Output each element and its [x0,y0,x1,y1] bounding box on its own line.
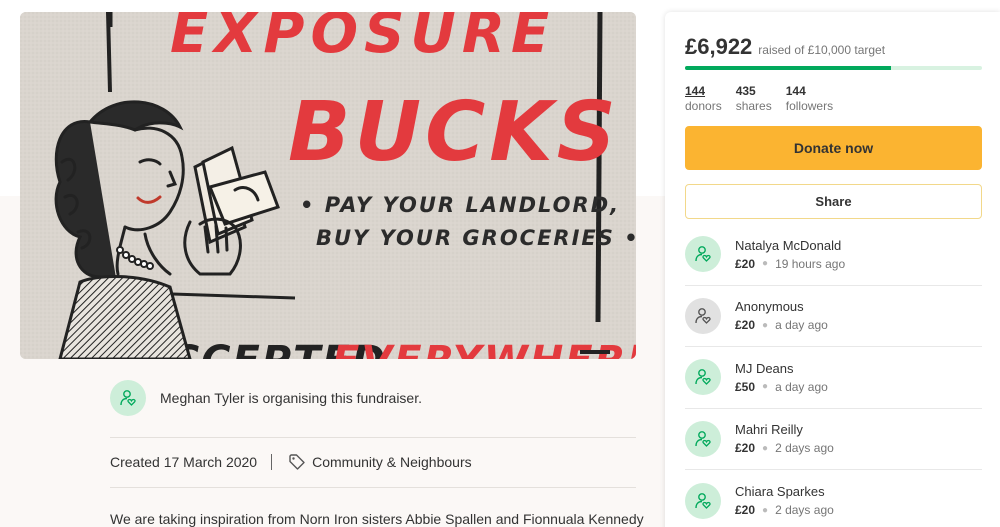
recent-donations-list: Natalya McDonald £20 ● 19 hours ago Anon… [685,224,982,527]
user-heart-icon [120,390,136,406]
stat-followers: 144 followers [786,84,833,113]
divider-bottom [110,487,636,488]
donation-time: a day ago [775,318,828,333]
bullet-separator: ● [762,258,769,270]
share-button[interactable]: Share [685,184,982,219]
raised-summary: £6,922 raised of £10,000 target [685,34,885,60]
divider-top [110,437,636,438]
donor-avatar [685,359,721,396]
donation-time: 2 days ago [775,441,834,456]
donation-time: 2 days ago [775,503,834,518]
organiser-text: Meghan Tyler is organising this fundrais… [160,390,422,406]
category-link[interactable]: Community & Neighbours [312,454,472,470]
donation-amount: £50 [735,379,756,394]
organiser-avatar [110,380,146,416]
donor-name: Natalya McDonald [735,237,842,253]
donor-name: Mahri Reilly [735,422,803,438]
stat-donors[interactable]: 144 donors [685,84,722,113]
poster-word-bottom-b: EVERYWHERE! [332,338,636,359]
bullet-separator: ● [762,442,769,454]
tag-icon [288,453,306,471]
donor-avatar [685,236,721,273]
donation-amount: £20 [735,256,756,271]
donation-item: Natalya McDonald £20 ● 19 hours ago [685,224,982,286]
campaign-stats: 144 donors 435 shares 144 followers [685,84,847,113]
stat-label: donors [685,99,722,113]
donor-avatar [685,297,721,334]
donation-time: a day ago [775,379,828,394]
stat-shares: 435 shares [736,84,772,113]
donation-item: MJ Deans £50 ● a day ago [685,347,982,409]
progress-fill [685,66,891,70]
donation-item: Mahri Reilly £20 ● 2 days ago [685,409,982,470]
organiser-row: Meghan Tyler is organising this fundrais… [110,380,636,416]
campaign-meta: Created 17 March 2020 Community & Neighb… [110,452,472,472]
story-text: We are taking inspiration from Norn Iron… [110,511,644,527]
user-heart-icon [695,246,711,263]
stat-label: followers [785,99,834,113]
donor-name: MJ Deans [735,360,794,376]
donor-avatar [685,482,721,519]
poster-tagline-1: • PAY YOUR LANDLORD, [300,193,620,217]
user-heart-icon [695,492,711,509]
created-date: Created 17 March 2020 [110,454,258,470]
raised-target: raised of £10,000 target [758,43,886,57]
user-heart-icon [695,307,711,324]
donation-item: Anonymous £20 ● a day ago [685,286,982,347]
donor-name: Chiara Sparkes [735,484,825,500]
donation-amount: £20 [735,441,756,456]
donation-item: Chiara Sparkes £20 ● 2 days ago [685,470,982,527]
poster-word-big: BUCKS [288,85,620,180]
bullet-separator: ● [762,319,769,331]
progress-bar [685,66,982,70]
stat-label: shares [735,99,772,113]
donor-avatar [685,420,721,457]
stat-number: 144 [785,84,806,98]
donor-name: Anonymous [735,299,804,315]
stat-number: 435 [735,84,756,98]
stat-number[interactable]: 144 [685,84,722,98]
bullet-separator: ● [762,504,769,516]
donation-sidebar: £6,922 raised of £10,000 target 144 dono… [665,12,1000,527]
poster-word-top: EXPOSURE [170,12,555,66]
meta-separator [271,454,273,470]
donation-amount: £20 [735,503,756,518]
poster-tagline-2: BUY YOUR GROCERIES • [316,226,636,250]
bullet-separator: ● [762,381,769,393]
user-heart-icon [695,430,711,447]
raised-amount: £6,922 [685,34,753,59]
donation-time: 19 hours ago [775,256,846,271]
donation-amount: £20 [735,318,756,333]
poster-artwork: EXPOSURE BUCKS • PAY YOUR LANDLORD, BUY … [20,12,636,359]
user-heart-icon [695,369,711,386]
donate-now-button[interactable]: Donate now [685,126,982,170]
campaign-hero-image[interactable]: EXPOSURE BUCKS • PAY YOUR LANDLORD, BUY … [20,12,636,359]
